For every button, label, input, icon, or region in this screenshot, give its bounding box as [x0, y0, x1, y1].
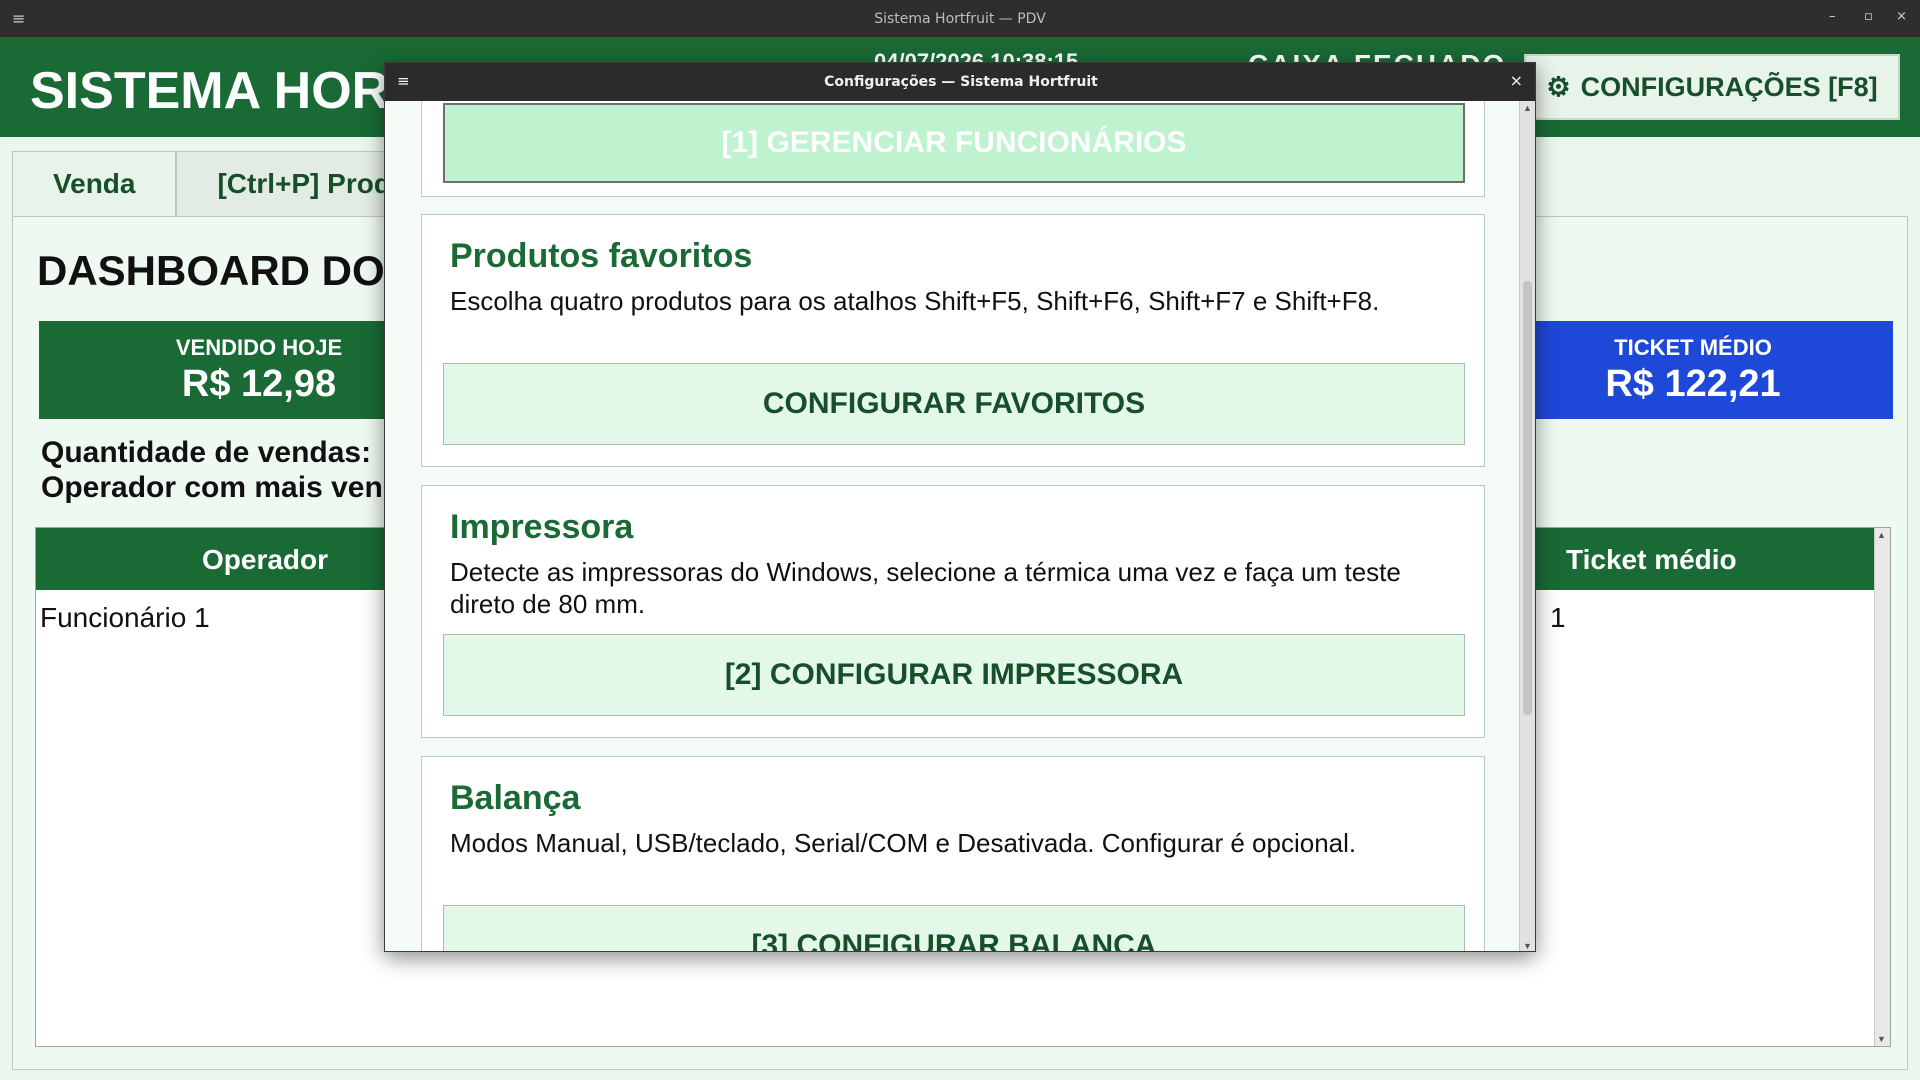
configuracoes-button[interactable]: ⚙ CONFIGURAÇÕES [F8]	[1524, 54, 1900, 120]
ticket-value: R$ 122,21	[1605, 363, 1781, 405]
col-ticket-medio[interactable]: Ticket médio	[1566, 544, 1737, 576]
window-title: Sistema Hortfruit — PDV	[874, 11, 1046, 27]
tab-venda[interactable]: Venda	[12, 151, 177, 217]
window-titlebar: ≡ Sistema Hortfruit — PDV – ▫ ×	[0, 0, 1920, 37]
ticket-label: TICKET MÉDIO	[1614, 335, 1772, 360]
balanca-title: Balança	[450, 779, 581, 817]
table-scrollbar[interactable]: ▲ ▼	[1874, 528, 1890, 1046]
favoritos-title: Produtos favoritos	[450, 237, 753, 275]
section-impressora: Impressora Detecte as impressoras do Win…	[421, 485, 1485, 738]
section-balanca: Balança Modos Manual, USB/teclado, Seria…	[421, 756, 1485, 951]
dialog-scrollbar[interactable]: ▲ ▼	[1519, 101, 1535, 951]
impressora-description: Detecte as impressoras do Windows, selec…	[450, 557, 1401, 619]
row-ticket-cell[interactable]: 1	[1550, 602, 1566, 634]
ticket-card: TICKET MÉDIO R$ 122,21	[1493, 321, 1893, 419]
gear-icon: ⚙	[1546, 71, 1571, 102]
configuracoes-label: CONFIGURAÇÕES [F8]	[1580, 71, 1878, 102]
config-dialog: ≡ Configurações — Sistema Hortfruit × [1…	[384, 62, 1536, 952]
section-funcionarios: [1] GERENCIAR FUNCIONÁRIOS	[421, 101, 1485, 197]
scroll-down-arrow-icon[interactable]: ▼	[1877, 1034, 1886, 1044]
maximize-icon[interactable]: ▫	[1864, 9, 1873, 24]
col-operador[interactable]: Operador	[202, 544, 328, 576]
scroll-up-arrow-icon[interactable]: ▲	[1877, 530, 1886, 540]
impressora-title: Impressora	[450, 508, 634, 546]
row-operator-cell[interactable]: Funcionário 1	[40, 602, 210, 634]
favoritos-description: Escolha quatro produtos para os atalhos …	[450, 286, 1380, 316]
gerenciar-funcionarios-button[interactable]: [1] GERENCIAR FUNCIONÁRIOS	[443, 103, 1465, 183]
dialog-scroll-up-icon[interactable]: ▲	[1523, 103, 1532, 113]
dialog-close-icon[interactable]: ×	[1510, 71, 1523, 90]
window-close-icon[interactable]: ×	[1896, 9, 1907, 24]
minimize-icon[interactable]: –	[1829, 9, 1836, 24]
dialog-body: [1] GERENCIAR FUNCIONÁRIOS Produtos favo…	[385, 101, 1521, 951]
dialog-scroll-down-icon[interactable]: ▼	[1523, 941, 1532, 951]
section-favoritos: Produtos favoritos Escolha quatro produt…	[421, 214, 1485, 467]
configurar-balanca-button[interactable]: [3] CONFIGURAR BALANÇA	[443, 905, 1465, 951]
configurar-favoritos-button[interactable]: CONFIGURAR FAVORITOS	[443, 363, 1465, 445]
balanca-description: Modos Manual, USB/teclado, Serial/COM e …	[450, 828, 1357, 858]
dialog-title: Configurações — Sistema Hortfruit	[824, 74, 1098, 90]
dialog-titlebar: ≡ Configurações — Sistema Hortfruit ×	[385, 63, 1535, 101]
configurar-impressora-button[interactable]: [2] CONFIGURAR IMPRESSORA	[443, 634, 1465, 716]
dialog-scroll-thumb[interactable]	[1523, 281, 1532, 715]
